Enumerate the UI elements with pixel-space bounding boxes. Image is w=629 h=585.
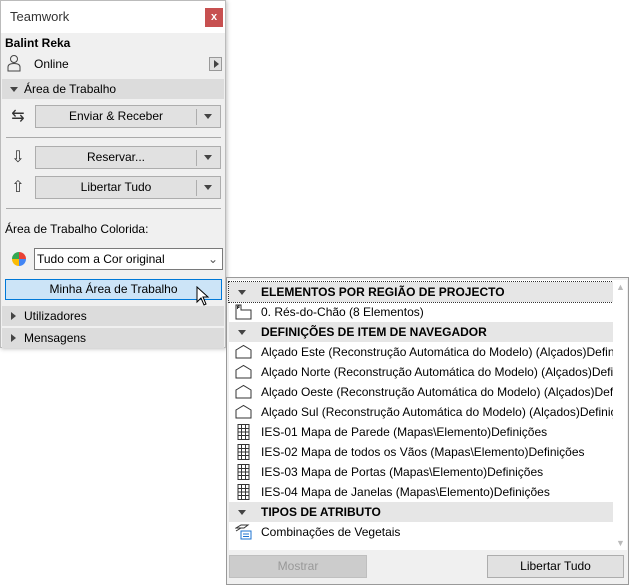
list-item[interactable]: 0. Rés-do-Chão (8 Elementos) — [229, 302, 613, 322]
list-item-label: Alçado Oeste (Reconstrução Automática do… — [261, 385, 613, 399]
status-menu-button[interactable] — [209, 57, 222, 71]
divider — [6, 208, 221, 209]
send-receive-button[interactable]: Enviar & Receber — [35, 105, 221, 128]
list-item[interactable]: Combinações de Vegetais — [229, 522, 613, 542]
group-header[interactable]: ELEMENTOS POR REGIÃO DE PROJECTO — [228, 281, 614, 303]
section-label: Utilizadores — [24, 309, 87, 323]
list-item-label: Alçado Norte (Reconstrução Automática do… — [261, 365, 613, 379]
list-item-label: Alçado Sul (Reconstrução Automática do M… — [261, 405, 613, 419]
workspace-list[interactable]: ELEMENTOS POR REGIÃO DE PROJECTO 0. Rés-d… — [228, 280, 614, 550]
collapse-icon — [238, 510, 246, 515]
workspace-popup: ELEMENTOS POR REGIÃO DE PROJECTO 0. Rés-d… — [226, 277, 629, 585]
section-users[interactable]: Utilizadores — [2, 306, 224, 326]
my-workspace-button[interactable]: Minha Área de Trabalho — [5, 279, 222, 300]
list-item[interactable]: Alçado Oeste (Reconstrução Automática do… — [229, 382, 613, 402]
section-workspace[interactable]: Área de Trabalho — [2, 79, 224, 99]
colored-workspace-label: Área de Trabalho Colorida: — [5, 222, 149, 236]
release-all-dropdown[interactable] — [196, 180, 220, 196]
list-item[interactable]: Alçado Este (Reconstrução Automática do … — [229, 342, 613, 362]
user-icon — [4, 54, 24, 77]
group-header-label: DEFINIÇÕES DE ITEM DE NAVEGADOR — [261, 325, 487, 339]
send-receive-label: Enviar & Receber — [68, 109, 164, 123]
schedule-icon — [235, 484, 252, 500]
expand-icon — [11, 312, 16, 320]
collapse-icon — [10, 87, 18, 92]
collapse-icon — [238, 330, 246, 335]
scroll-down-icon[interactable]: ▼ — [616, 538, 625, 548]
list-item[interactable]: Alçado Sul (Reconstrução Automática do M… — [229, 402, 613, 422]
list-item[interactable]: Alçado Norte (Reconstrução Automática do… — [229, 362, 613, 382]
release-arrow-icon: ⇧ — [11, 179, 25, 196]
collapse-icon — [238, 290, 246, 295]
user-name: Balint Reka — [5, 36, 71, 50]
list-item-label: IES-01 Mapa de Parede (Mapas\Elemento)De… — [261, 425, 548, 439]
schedule-icon — [235, 444, 252, 460]
reserve-label: Reservar... — [86, 150, 146, 164]
list-item-label: IES-02 Mapa de todos os Vãos (Mapas\Elem… — [261, 445, 585, 459]
send-receive-dropdown[interactable] — [196, 109, 220, 125]
divider — [6, 137, 221, 138]
release-all-button[interactable]: Libertar Tudo — [35, 176, 221, 199]
scroll-up-icon[interactable]: ▲ — [616, 282, 625, 292]
release-all-label: Libertar Tudo — [80, 180, 152, 194]
title-bar[interactable]: Teamwork x — [1, 1, 225, 33]
color-palette-icon — [11, 251, 27, 270]
panel-title: Teamwork — [10, 9, 70, 24]
elevation-icon — [235, 344, 252, 360]
list-item-label: Combinações de Vegetais — [261, 525, 401, 539]
group-header-label: TIPOS DE ATRIBUTO — [261, 505, 381, 519]
section-label: Área de Trabalho — [24, 82, 117, 96]
attribute-combination-icon — [234, 524, 252, 540]
list-item[interactable]: IES-01 Mapa de Parede (Mapas\Elemento)De… — [229, 422, 613, 442]
show-button[interactable]: Mostrar — [229, 555, 367, 578]
teamwork-panel: Teamwork x Balint Reka Online Área de Tr… — [0, 0, 226, 348]
section-label: Mensagens — [24, 331, 87, 345]
scrollbar[interactable]: ▲ ▼ — [613, 280, 627, 550]
list-item-label: 0. Rés-do-Chão (8 Elementos) — [261, 305, 424, 319]
chevron-down-icon: ⌄ — [207, 252, 218, 266]
reserve-arrow-icon: ⇩ — [11, 149, 25, 166]
popup-release-all-button[interactable]: Libertar Tudo — [487, 555, 624, 578]
story-icon — [235, 304, 252, 320]
group-header[interactable]: DEFINIÇÕES DE ITEM DE NAVEGADOR — [229, 322, 613, 342]
list-item[interactable]: IES-02 Mapa de todos os Vãos (Mapas\Elem… — [229, 442, 613, 462]
color-mode-value: Tudo com a Cor original — [37, 252, 165, 266]
list-item[interactable]: IES-03 Mapa de Portas (Mapas\Elemento)De… — [229, 462, 613, 482]
group-header[interactable]: TIPOS DE ATRIBUTO — [229, 502, 613, 522]
list-item-label: IES-03 Mapa de Portas (Mapas\Elemento)De… — [261, 465, 544, 479]
mouse-cursor-icon — [196, 285, 210, 309]
reserve-button[interactable]: Reservar... — [35, 146, 221, 169]
reserve-dropdown[interactable] — [196, 150, 220, 166]
expand-icon — [11, 334, 16, 342]
send-receive-icon: ⇆ — [11, 108, 25, 125]
list-item-label: Alçado Este (Reconstrução Automática do … — [261, 345, 613, 359]
close-button[interactable]: x — [205, 8, 223, 27]
section-messages[interactable]: Mensagens — [2, 328, 224, 348]
elevation-icon — [235, 384, 252, 400]
color-mode-select[interactable]: Tudo com a Cor original ⌄ — [34, 248, 223, 270]
list-item-label: IES-04 Mapa de Janelas (Mapas\Elemento)D… — [261, 485, 550, 499]
status-text: Online — [34, 57, 69, 71]
elevation-icon — [235, 404, 252, 420]
list-item[interactable]: IES-04 Mapa de Janelas (Mapas\Elemento)D… — [229, 482, 613, 502]
elevation-icon — [235, 364, 252, 380]
schedule-icon — [235, 464, 252, 480]
schedule-icon — [235, 424, 252, 440]
group-header-label: ELEMENTOS POR REGIÃO DE PROJECTO — [261, 285, 505, 299]
